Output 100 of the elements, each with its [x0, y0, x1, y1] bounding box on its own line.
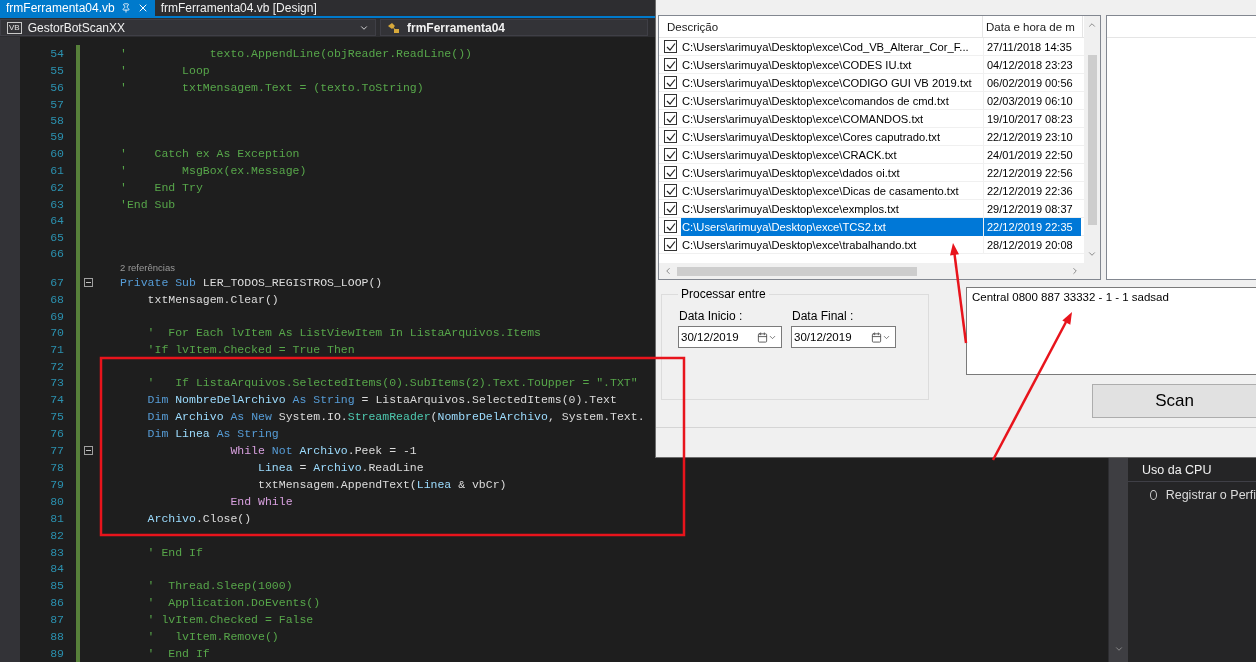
code-lens[interactable]: 2 referências	[120, 262, 175, 274]
modified-date[interactable]: 27/11/2018 14:35	[983, 37, 1081, 56]
collapse-icon[interactable]	[84, 446, 93, 456]
code-line: ' Thread.Sleep(1000)	[146, 577, 293, 594]
scrollbar[interactable]	[1108, 458, 1128, 662]
vb-icon: VB	[7, 21, 22, 34]
checkbox[interactable]	[664, 112, 677, 125]
line-number: 62	[49, 180, 64, 194]
calendar-icon[interactable]	[871, 331, 891, 343]
checkbox[interactable]	[664, 130, 677, 143]
class-dropdown[interactable]: frmFerramenta04	[380, 19, 648, 36]
calendar-icon[interactable]	[757, 331, 777, 343]
checkbox[interactable]	[664, 220, 677, 233]
file-path[interactable]: C:\Users\arimuya\Desktop\exce\COMANDOS.txt	[681, 109, 983, 128]
line-number: 78	[49, 461, 64, 475]
scrollbar[interactable]	[659, 263, 1084, 279]
line-number: 61	[49, 163, 64, 177]
file-path[interactable]: C:\Users\arimuya\Desktop\exce\dados oi.txt	[681, 163, 983, 182]
line-number: 74	[49, 393, 64, 407]
code-line: ' MsgBox(ex.Message)	[120, 162, 307, 179]
project-dropdown[interactable]: VB GestorBotScanXX	[0, 19, 376, 36]
file-list[interactable]	[658, 15, 1101, 280]
file-path[interactable]: C:\Users\arimuya\Desktop\exce\Cod_VB_Alterar_Cor_F...	[681, 37, 983, 56]
file-path[interactable]: C:\Users\arimuya\Desktop\exce\exmplos.txt	[681, 199, 983, 218]
date-picker[interactable]: 30/12/2019	[678, 326, 782, 348]
group-title: Processar entre	[680, 287, 767, 301]
checkbox[interactable]	[664, 166, 677, 179]
file-path[interactable]: C:\Users\arimuya\Desktop\exce\CODIGO GUI VB 2019.txt	[681, 73, 983, 92]
line-number: 73	[49, 376, 64, 390]
modified-date[interactable]: 29/12/2019 08:37	[983, 199, 1081, 218]
code-line: Dim NombreDelArchivo As String = ListaArquivos.SelectedItems(0).Text	[146, 392, 617, 409]
modified-date[interactable]: 22/12/2019 22:36	[983, 181, 1081, 200]
modified-date[interactable]: 02/03/2019 06:10	[983, 91, 1081, 110]
scrollbar[interactable]	[1084, 16, 1100, 263]
modified-date[interactable]: 19/10/2017 08:23	[983, 109, 1081, 128]
code-line: ' If ListaArquivos.SelectedItems(0).SubItems(2).Text.ToUpper = ".TXT"	[146, 375, 638, 392]
code-line: ' txtMensagem.Text = (texto.ToString)	[120, 80, 424, 96]
scroll-thumb[interactable]	[1087, 54, 1097, 225]
code-line: ' For Each lvItem As ListViewItem In ListaArquivos.Items	[146, 325, 541, 342]
code-line: ' Catch ex As Exception	[120, 145, 300, 162]
column-header[interactable]: Descrição	[659, 16, 983, 37]
code-line: ' texto.AppendLine(objReader.ReadLine())	[120, 46, 472, 62]
code-line: ' lvItem.Remove()	[146, 628, 279, 645]
date-picker[interactable]: 30/12/2019	[791, 326, 896, 348]
scroll-thumb[interactable]	[677, 266, 917, 276]
panel-title: Uso da CPU	[1128, 459, 1256, 482]
line-number: 71	[49, 343, 64, 357]
pin-icon[interactable]	[120, 3, 131, 13]
checkbox[interactable]	[664, 94, 677, 107]
code-line: ' End Try	[120, 179, 203, 196]
message-box[interactable]: Central 0800 887 33332 - 1 - 1 sadsad	[966, 287, 1256, 375]
code-line: 'End Sub	[120, 196, 176, 213]
line-number: 69	[49, 309, 64, 323]
code-line: ' lvItem.Checked = False	[146, 611, 314, 628]
line-number: 59	[49, 130, 64, 144]
checkbox[interactable]	[664, 184, 677, 197]
line-number: 86	[49, 595, 64, 609]
line-number: 82	[49, 529, 64, 543]
line-number: 58	[49, 113, 64, 127]
modified-date[interactable]: 06/02/2019 00:56	[983, 73, 1081, 92]
checkbox[interactable]	[664, 148, 677, 161]
checkbox[interactable]	[664, 40, 677, 53]
radio-option[interactable]: Registrar o Perfi	[1128, 482, 1256, 502]
file-path[interactable]: C:\Users\arimuya\Desktop\exce\Cores caputrado.txt	[681, 127, 983, 146]
line-number: 54	[49, 47, 64, 60]
checkbox[interactable]	[664, 238, 677, 251]
code-line: End While	[229, 494, 293, 511]
line-number: 84	[49, 562, 64, 576]
field-label: Data Final :	[791, 309, 855, 323]
file-path[interactable]: C:\Users\arimuya\Desktop\exce\CODES IU.txt	[681, 55, 983, 74]
modified-date[interactable]: 04/12/2018 23:23	[983, 55, 1081, 74]
file-path[interactable]: C:\Users\arimuya\Desktop\exce\comandos de cmd.txt	[681, 91, 983, 110]
modified-date[interactable]: 28/12/2019 20:08	[983, 235, 1081, 254]
modified-date[interactable]: 22/12/2019 23:10	[983, 127, 1081, 146]
file-path[interactable]: C:\Users\arimuya\Desktop\exce\CRACK.txt	[681, 145, 983, 164]
line-number: 56	[49, 81, 64, 94]
modified-date[interactable]: 24/01/2019 22:50	[983, 145, 1081, 164]
line-number: 88	[49, 629, 64, 643]
file-path[interactable]: C:\Users\arimuya\Desktop\exce\trabalhando.txt	[681, 235, 983, 254]
code-line: While Not Archivo.Peek = -1	[229, 443, 417, 460]
field-label: Data Inicio :	[678, 309, 744, 323]
checkbox[interactable]	[664, 58, 677, 71]
code-line: Private Sub LER_TODOS_REGISTROS_LOOP()	[120, 274, 383, 291]
code-line: ' Loop	[120, 63, 210, 79]
column-header[interactable]: Data e hora de m	[983, 16, 1083, 37]
code-line: Dim Linea As String	[146, 426, 279, 443]
collapse-icon[interactable]	[84, 277, 93, 287]
line-number: 55	[49, 64, 64, 77]
file-path[interactable]: C:\Users\arimuya\Desktop\exce\Dicas de casamento.txt	[681, 181, 983, 200]
editor-tab[interactable]: frmFerramenta04.vb	[0, 0, 155, 16]
editor-tab[interactable]: frmFerramenta04.vb [Design]	[154, 0, 323, 16]
scan-button[interactable]: Scan	[1092, 384, 1256, 418]
line-number: 89	[49, 646, 64, 660]
line-number: 81	[49, 512, 64, 526]
line-number: 67	[49, 275, 64, 289]
checkbox[interactable]	[664, 76, 677, 89]
checkbox[interactable]	[664, 202, 677, 215]
line-number: 77	[49, 444, 64, 458]
modified-date[interactable]: 22/12/2019 22:56	[983, 163, 1081, 182]
line-number: 85	[49, 578, 64, 592]
